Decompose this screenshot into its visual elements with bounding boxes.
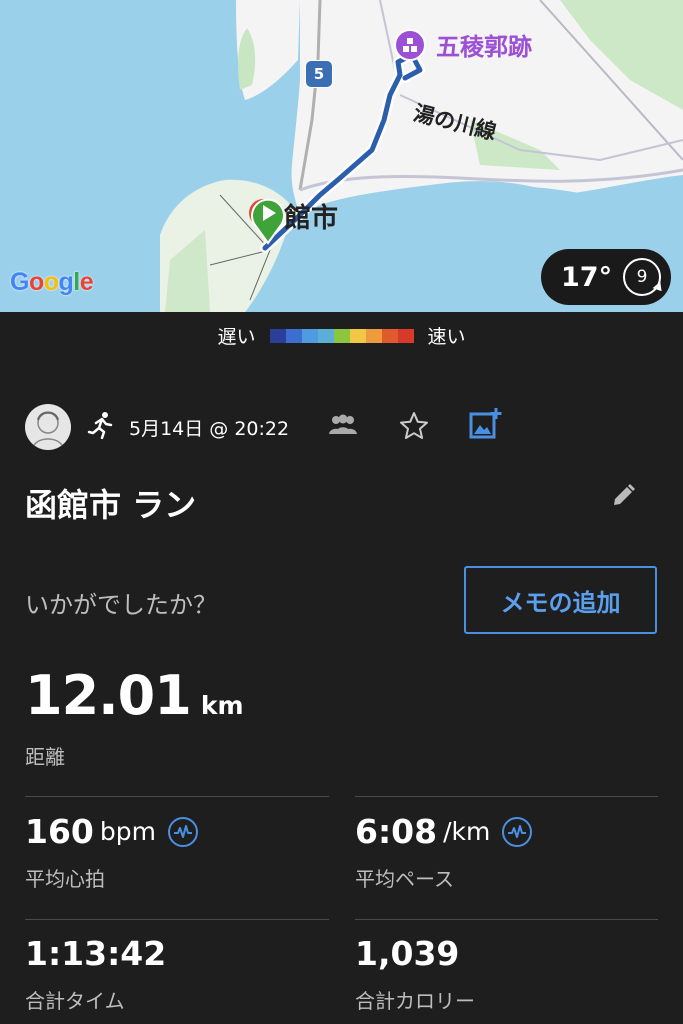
activity-title: 函館市 ラン <box>25 486 197 524</box>
divider <box>25 919 329 920</box>
stat-value: 1,039 <box>355 934 460 973</box>
avg-pace-stat[interactable]: 6:08 /km 平均ペース <box>355 812 533 892</box>
wind-speed: 9 <box>636 267 648 287</box>
heart-rate-chart-icon[interactable] <box>167 816 198 847</box>
avg-heart-rate-stat[interactable]: 160 bpm 平均心拍 <box>25 812 198 892</box>
stat-unit: bpm <box>99 817 156 846</box>
total-time-stat[interactable]: 1:13:42 合計タイム <box>25 934 166 1014</box>
activity-meta: 5月14日 @ 20:22 <box>25 404 289 450</box>
pencil-icon[interactable] <box>610 483 636 513</box>
weather-badge[interactable]: 17° 9 <box>541 249 671 305</box>
feedback-prompt: いかがでしたか？ <box>25 591 217 619</box>
divider <box>355 919 658 920</box>
people-icon[interactable] <box>327 414 359 440</box>
distance-value: 12.01 <box>25 664 192 727</box>
stat-unit: /km <box>443 817 491 846</box>
legend-color-bar <box>269 328 414 343</box>
pace-legend: 遅い 速い <box>0 322 683 349</box>
start-pin-icon <box>247 195 289 245</box>
distance-stat: 12.01 km <box>25 664 244 727</box>
total-calories-stat[interactable]: 1,039 合計カロリー <box>355 934 475 1014</box>
stat-label: 合計タイム <box>25 989 125 1013</box>
highway-shield: 5 <box>305 60 333 88</box>
route-map[interactable]: 5 五稜郭跡 湯の川線 館市 Google 17° 9 <box>0 0 683 312</box>
stat-value: 6:08 <box>355 812 438 851</box>
poi-marker[interactable]: 五稜郭跡 <box>394 27 532 62</box>
pace-chart-icon[interactable] <box>502 816 533 847</box>
temperature: 17° <box>561 261 613 293</box>
add-photo-icon[interactable] <box>468 407 502 445</box>
stat-label: 平均心拍 <box>25 867 105 891</box>
google-logo: Google <box>10 268 94 296</box>
stat-label: 平均ペース <box>355 867 454 891</box>
stat-label: 合計カロリー <box>355 989 475 1013</box>
legend-fast-label: 速い <box>427 326 466 348</box>
stat-value: 1:13:42 <box>25 934 167 973</box>
city-label: 館市 <box>284 203 338 234</box>
legend-slow-label: 遅い <box>217 326 256 348</box>
landmark-icon <box>394 28 426 61</box>
distance-label: 距離 <box>25 745 65 769</box>
distance-unit: km <box>200 691 244 720</box>
divider <box>25 796 329 797</box>
running-icon <box>87 411 115 443</box>
avatar[interactable] <box>25 404 71 450</box>
add-memo-button[interactable]: メモの追加 <box>464 566 657 634</box>
poi-label: 五稜郭跡 <box>436 33 532 61</box>
star-icon[interactable] <box>398 410 430 446</box>
wind-direction-arrow <box>652 281 666 295</box>
divider <box>355 796 658 797</box>
highway-number: 5 <box>313 65 325 83</box>
stat-value: 160 <box>25 812 94 851</box>
wind-icon: 9 <box>623 258 666 296</box>
activity-date: 5月14日 @ 20:22 <box>129 417 290 440</box>
